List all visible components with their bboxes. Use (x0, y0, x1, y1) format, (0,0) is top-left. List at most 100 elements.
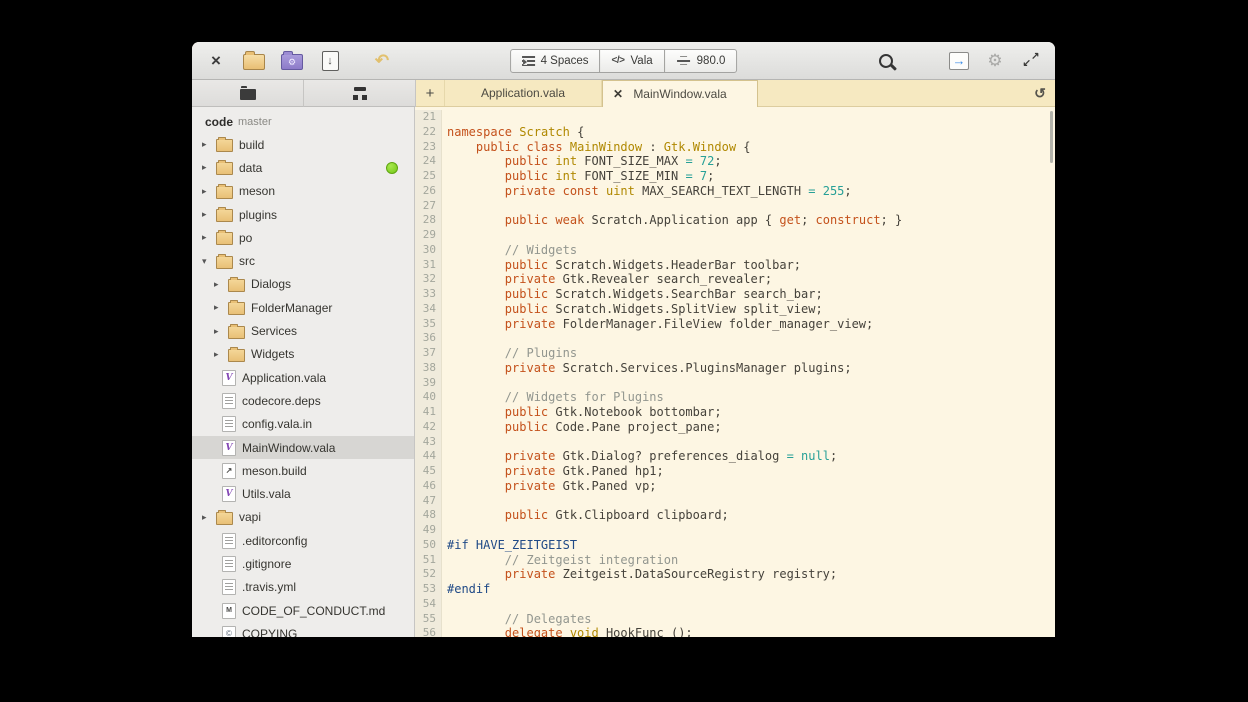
tree-item-label: build (239, 138, 264, 152)
code-line-51: 51 // Zeitgeist integration (415, 553, 1055, 568)
code-line-38: 38 private Scratch.Services.PluginsManag… (415, 361, 1055, 376)
line-text: #if HAVE_ZEITGEIST (442, 538, 577, 553)
text-file-icon (222, 579, 236, 595)
tree-item-Utils.vala[interactable]: VUtils.vala (192, 482, 414, 505)
line-number: 25 (415, 169, 442, 184)
expander-collapsed-icon[interactable]: ▸ (202, 209, 216, 220)
tree-item-MainWindow.vala[interactable]: VMainWindow.vala (192, 436, 414, 459)
expander-collapsed-icon[interactable]: ▸ (202, 512, 216, 523)
tab-Application.vala[interactable]: Application.vala (445, 80, 602, 106)
tree-item-label: codecore.deps (242, 394, 321, 408)
project-name: code (205, 115, 233, 129)
tree-item-data[interactable]: ▸data (192, 156, 414, 179)
tree-item-.editorconfig[interactable]: .editorconfig (192, 529, 414, 552)
tree-item-build[interactable]: ▸ build (192, 133, 414, 156)
tree-item-.gitignore[interactable]: .gitignore (192, 552, 414, 575)
tree-item-FolderManager[interactable]: ▸ FolderManager (192, 296, 414, 319)
tree-item-plugins[interactable]: ▸plugins (192, 203, 414, 226)
editor-scrollbar[interactable] (1050, 111, 1053, 163)
folder-icon (216, 209, 233, 222)
save-as-button[interactable]: ↓ (318, 49, 342, 73)
tree-item-label: meson.build (242, 464, 307, 478)
line-number: 34 (415, 302, 442, 317)
line-text: public Gtk.Clipboard clipboard; (442, 508, 729, 523)
line-text: public Scratch.Widgets.SearchBar search_… (442, 287, 823, 302)
folder-icon (216, 186, 233, 199)
expander-collapsed-icon[interactable]: ▸ (202, 232, 216, 243)
tree-item-CODE_OF_CONDUCT.md[interactable]: MCODE_OF_CONDUCT.md (192, 599, 414, 622)
sidebar-panel-switcher (192, 80, 416, 107)
line-text (442, 228, 447, 243)
history-button[interactable]: ↺ (1025, 80, 1055, 106)
vala-file-icon: V (222, 486, 236, 502)
tree-item-Widgets[interactable]: ▸Widgets (192, 343, 414, 366)
line-number: 24 (415, 154, 442, 169)
fullscreen-button[interactable]: ↗ ↙ (1019, 49, 1043, 73)
tab-close-icon[interactable]: ✕ (613, 87, 623, 101)
md-file-icon: M (222, 603, 236, 619)
line-number: 35 (415, 317, 442, 332)
fullscreen-arrow-sw: ↙ (1023, 59, 1031, 69)
code-editor[interactable]: 2122namespace Scratch {23 public class M… (415, 107, 1055, 637)
line-text: public class MainWindow : Gtk.Window { (442, 140, 751, 155)
new-tab-button[interactable]: + (416, 80, 445, 106)
code-icon: </> (612, 55, 625, 66)
expander-collapsed-icon[interactable]: ▸ (214, 279, 228, 290)
share-button[interactable]: → (947, 49, 971, 73)
project-header[interactable]: code master (192, 111, 414, 133)
expander-collapsed-icon[interactable]: ▸ (214, 326, 228, 337)
line-number: 41 (415, 405, 442, 420)
code-line-36: 36 (415, 331, 1055, 346)
outline-panel-button[interactable] (303, 80, 415, 107)
tree-item-Services[interactable]: ▸Services (192, 319, 414, 342)
expander-collapsed-icon[interactable]: ▸ (214, 302, 228, 313)
tree-item-codecore.deps[interactable]: codecore.deps (192, 389, 414, 412)
code-line-30: 30 // Widgets (415, 243, 1055, 258)
expander-collapsed-icon[interactable]: ▸ (202, 162, 216, 173)
undo-button[interactable]: ↶ (356, 49, 380, 73)
expander-collapsed-icon[interactable]: ▸ (202, 186, 216, 197)
tree-item-meson[interactable]: ▸meson (192, 180, 414, 203)
tab-strip-tabs: Application.vala✕MainWindow.vala (445, 80, 758, 106)
line-number: 36 (415, 331, 442, 346)
open-file-button[interactable] (242, 49, 266, 73)
tree-item-Application.vala[interactable]: VApplication.vala (192, 366, 414, 389)
search-icon (879, 54, 893, 68)
files-panel-button[interactable] (192, 80, 303, 107)
line-number: 30 (415, 243, 442, 258)
tree-item-po[interactable]: ▸po (192, 226, 414, 249)
line-number: 55 (415, 612, 442, 627)
tree-item-.travis.yml[interactable]: .travis.yml (192, 576, 414, 599)
line-text (442, 435, 447, 450)
code-line-39: 39 (415, 376, 1055, 391)
close-window-button[interactable]: × (204, 49, 228, 73)
tab-MainWindow.vala[interactable]: ✕MainWindow.vala (602, 80, 758, 107)
templates-button[interactable]: ⚙ (280, 49, 304, 73)
tree-item-meson.build[interactable]: ↗meson.build (192, 459, 414, 482)
tree-item-COPYING[interactable]: ©COPYING (192, 622, 414, 637)
line-text (442, 376, 447, 391)
tree-item-vapi[interactable]: ▸vapi (192, 506, 414, 529)
line-number: 39 (415, 376, 442, 391)
line-number: 27 (415, 199, 442, 214)
code-editor-window: × ⚙ ↓ ↶ 4 Spaces </> (192, 42, 1055, 637)
tree-item-Dialogs[interactable]: ▸Dialogs (192, 273, 414, 296)
line-number: 42 (415, 420, 442, 435)
tree-item-src[interactable]: ▾src (192, 249, 414, 272)
settings-button[interactable]: ⚙ (983, 49, 1007, 73)
expander-collapsed-icon[interactable]: ▸ (202, 139, 216, 150)
text-file-icon (222, 533, 236, 549)
indentation-button[interactable]: 4 Spaces (510, 49, 601, 73)
share-icon: → (949, 52, 969, 70)
line-number: 37 (415, 346, 442, 361)
search-button[interactable] (875, 49, 899, 73)
code-line-43: 43 (415, 435, 1055, 450)
language-button[interactable]: </> Vala (600, 49, 665, 73)
expander-expanded-icon[interactable]: ▾ (202, 256, 216, 267)
tab-strip-filler (758, 80, 1025, 106)
goto-line-button[interactable]: 980.0 (664, 49, 738, 73)
tree-item-label: FolderManager (251, 301, 332, 315)
line-text: private Gtk.Revealer search_revealer; (442, 272, 772, 287)
expander-collapsed-icon[interactable]: ▸ (214, 349, 228, 360)
tree-item-config.vala.in[interactable]: config.vala.in (192, 413, 414, 436)
